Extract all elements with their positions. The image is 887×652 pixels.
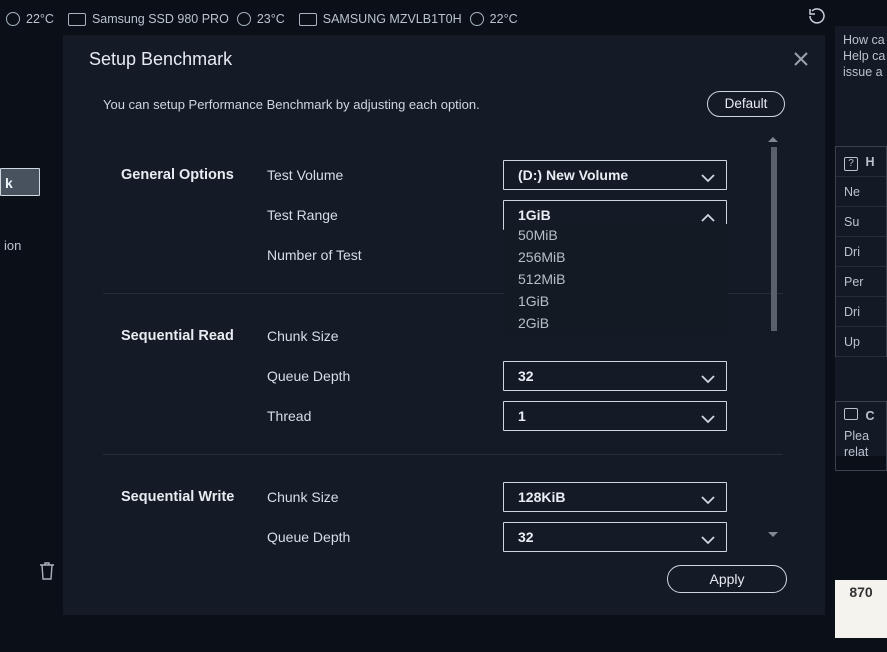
chevron-down-icon: [700, 167, 716, 183]
test-range-value: 1GiB: [518, 207, 551, 223]
temp-2: 23°C: [257, 12, 285, 26]
setup-benchmark-dialog: Setup Benchmark You can setup Performanc…: [62, 34, 826, 616]
help-side-strip: How ca Help ca issue a ? H Ne Su Dri Per…: [835, 26, 887, 456]
refresh-icon[interactable]: [807, 6, 827, 26]
seqread-thread-value: 1: [518, 408, 526, 424]
field-label: Number of Test: [267, 247, 503, 263]
section-label: General Options: [121, 167, 267, 183]
dropdown-option[interactable]: 256MiB: [504, 246, 728, 268]
seqwrite-queue-select[interactable]: 32: [503, 522, 727, 552]
help-line: Help ca: [843, 48, 887, 64]
field-label: Chunk Size: [267, 489, 503, 505]
dropdown-option[interactable]: 1GiB: [504, 290, 728, 312]
trash-icon[interactable]: [38, 560, 56, 582]
test-volume-value: (D:) New Volume: [518, 167, 628, 183]
dropdown-option[interactable]: 50MiB: [504, 224, 728, 246]
temp-icon: [237, 12, 251, 26]
help-line: issue a: [843, 64, 887, 80]
help-line: How ca: [843, 32, 887, 48]
chevron-up-icon: [700, 207, 716, 223]
section-label: Sequential Read: [121, 328, 267, 344]
chevron-down-icon: [700, 368, 716, 384]
field-label: Test Volume: [267, 167, 503, 183]
temp-icon: [470, 12, 484, 26]
field-label: Thread: [267, 408, 503, 424]
left-nav-selected[interactable]: k: [0, 168, 40, 196]
seqwrite-queue-value: 32: [518, 529, 534, 545]
scrollbar[interactable]: [767, 133, 779, 539]
chat-icon: [844, 408, 858, 420]
top-status-bar: 22°C Samsung SSD 980 PRO 23°C SAMSUNG MZ…: [0, 4, 887, 34]
section-seq-write: Sequential Write Chunk Size 128KiB Queue…: [103, 455, 783, 575]
dialog-subtitle: You can setup Performance Benchmark by a…: [103, 97, 480, 112]
temp-3: 22°C: [490, 12, 518, 26]
default-button[interactable]: Default: [707, 91, 785, 117]
help-panel-head: ? H: [836, 147, 886, 177]
help-item[interactable]: Dri: [836, 237, 886, 267]
seqread-thread-select[interactable]: 1: [503, 401, 727, 431]
seqread-queue-select[interactable]: 32: [503, 361, 727, 391]
left-nav-strip: k ion: [0, 156, 26, 276]
section-label: Sequential Write: [121, 489, 267, 505]
seqread-queue-value: 32: [518, 368, 534, 384]
test-range-dropdown[interactable]: 50MiB 256MiB 512MiB 1GiB 2GiB: [504, 224, 728, 334]
promo-card: 870: [835, 580, 887, 638]
temp-1: 22°C: [26, 12, 54, 26]
help-question-icon: ?: [844, 157, 858, 171]
field-label: Chunk Size: [267, 328, 503, 344]
test-volume-select[interactable]: (D:) New Volume: [503, 160, 727, 190]
contact-head: C: [865, 409, 874, 423]
help-item[interactable]: Ne: [836, 177, 886, 207]
drive-icon: [68, 13, 86, 26]
chevron-down-icon: [700, 408, 716, 424]
contact-line: relat: [844, 444, 886, 460]
help-panel-head-label: H: [865, 155, 874, 169]
chevron-down-icon: [700, 489, 716, 505]
seqwrite-chunk-select[interactable]: 128KiB: [503, 482, 727, 512]
dialog-body: General Options Test Volume (D:) New Vol…: [103, 133, 783, 539]
seqwrite-chunk-value: 128KiB: [518, 489, 565, 505]
help-item[interactable]: Per: [836, 267, 886, 297]
chevron-down-icon: [700, 529, 716, 545]
contact-line: Plea: [844, 428, 886, 444]
field-label: Queue Depth: [267, 529, 503, 545]
drive-1: Samsung SSD 980 PRO: [92, 12, 229, 26]
contact-panel: C Plea relat: [835, 401, 887, 471]
drive-icon: [299, 13, 317, 26]
scroll-up-icon[interactable]: [767, 133, 779, 145]
close-icon[interactable]: [791, 49, 811, 69]
drive-2: SAMSUNG MZVLB1T0H: [323, 12, 462, 26]
help-panel: ? H Ne Su Dri Per Dri Up: [835, 146, 887, 357]
temp-icon: [6, 12, 20, 26]
apply-button[interactable]: Apply: [667, 565, 787, 593]
dropdown-option[interactable]: 2GiB: [504, 312, 728, 334]
dropdown-option[interactable]: 512MiB: [504, 268, 728, 290]
help-item[interactable]: Su: [836, 207, 886, 237]
dialog-title: Setup Benchmark: [63, 35, 825, 83]
left-nav-item[interactable]: ion: [4, 238, 21, 253]
field-label: Test Range: [267, 207, 503, 223]
help-item[interactable]: Up: [836, 327, 886, 357]
help-item[interactable]: Dri: [836, 297, 886, 327]
field-label: Queue Depth: [267, 368, 503, 384]
scroll-thumb[interactable]: [771, 147, 777, 331]
scroll-down-icon[interactable]: [767, 527, 779, 539]
